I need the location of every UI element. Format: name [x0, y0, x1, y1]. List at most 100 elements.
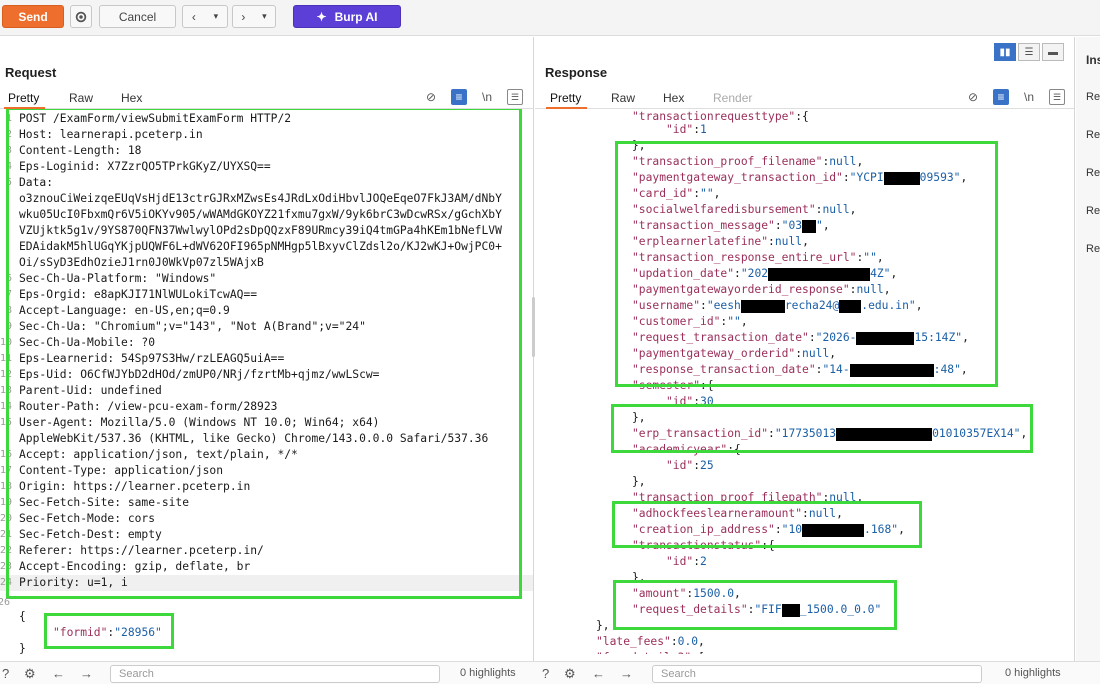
request-line-text: Sec-Fetch-Dest: empty [19, 528, 162, 541]
request-line: 16 Accept: application/json, text/plain, … [0, 447, 533, 463]
request-line: 14 Router-Path: /view-pcu-exam-form/28923 [0, 399, 533, 415]
tab-hex[interactable]: Hex [663, 91, 684, 105]
cancel-button[interactable]: Cancel [99, 5, 176, 28]
json-line: }, [596, 619, 610, 632]
request-editor[interactable]: 1 POST /ExamForm/viewSubmitExamForm HTTP/… [0, 109, 533, 654]
help-icon[interactable]: ? [2, 666, 18, 682]
newline-toggle[interactable]: \n [1021, 89, 1037, 105]
redaction [883, 171, 920, 185]
request-highlight-count: 0 highlights [460, 667, 516, 679]
settings-button[interactable] [70, 5, 92, 28]
arrow-left-icon[interactable]: ← [592, 666, 608, 682]
json-line: }, [632, 571, 646, 584]
redaction [856, 331, 915, 345]
inspector-item[interactable]: Re [1086, 129, 1100, 141]
arrow-right-icon[interactable]: → [80, 666, 96, 682]
tab-render[interactable]: Render [713, 91, 752, 105]
json-line: "id":1 [666, 123, 707, 136]
main-toolbar: Send Cancel ‹ ▾ › ▾ ✦ Burp AI [0, 0, 1100, 36]
inspector-pane: Ins Re Re Re Re Re [1076, 37, 1100, 684]
json-line: "feesdetails3":[ [596, 650, 705, 654]
request-line: AppleWebKit/537.36 (KHTML, like Gecko) C… [0, 431, 533, 447]
layout-stacked-icon[interactable]: ☰ [1018, 43, 1040, 61]
request-line-text: Sec-Ch-Ua-Mobile: ?0 [19, 336, 156, 349]
json-line: "erp_transaction_id":"17735013 01010357EX… [632, 427, 1028, 441]
request-line-text: Eps-Orgid: e8apKJI71NlWULokiTcwAQ== [19, 288, 258, 301]
tab-pretty[interactable]: Pretty [545, 91, 588, 109]
line-number: 23 [0, 561, 13, 572]
layout-tabs-icon[interactable]: ▬ [1042, 43, 1064, 61]
request-line: 5 Data: [0, 175, 533, 191]
tab-raw[interactable]: Raw [69, 91, 93, 105]
request-line: 20 Sec-Fetch-Mode: cors [0, 511, 533, 527]
eye-off-icon[interactable]: ⊘ [423, 89, 439, 105]
tab-pretty[interactable]: Pretty [3, 91, 46, 109]
tab-raw[interactable]: Raw [611, 91, 635, 105]
request-line: VZUjktk5g1v/9YS870QFN37WwlwylOPd2sDpQQzx… [0, 223, 533, 239]
request-line-text: Data: [19, 176, 54, 189]
line-number: 13 [0, 385, 13, 396]
response-tabs: Pretty Raw Hex Render ⊘ ≡ \n ☰ [535, 87, 1074, 109]
line-number: 21 [0, 529, 13, 540]
json-line: "erplearnerlatefine":null, [632, 235, 809, 248]
newline-toggle[interactable]: \n [479, 89, 495, 105]
burp-ai-button[interactable]: ✦ Burp AI [293, 5, 401, 28]
request-line: 1 POST /ExamForm/viewSubmitExamForm HTTP/… [0, 111, 533, 127]
help-icon[interactable]: ? [542, 666, 558, 682]
json-line: "response_transaction_date":"14-:48", [632, 363, 968, 377]
json-line: "paymentgateway_transaction_id":"YCPI 095… [632, 171, 968, 185]
request-line: o3znouCiWeizqeEUqVsHjdE13ctrGJRxMZwsEs4J… [0, 191, 533, 207]
wrap-lines-icon[interactable]: ≡ [451, 89, 467, 105]
response-search-input[interactable]: Search [652, 665, 982, 683]
request-line: Oi/sSyD3EdhOzieJ1rn0J0WkVp07zl5WAjxB [0, 255, 533, 271]
redaction [768, 267, 871, 281]
tab-hex[interactable]: Hex [121, 91, 142, 105]
response-editor[interactable]: "transactionrequesttype":{ "id":1 }, "tr… [535, 109, 1074, 654]
inspector-item[interactable]: Re [1086, 167, 1100, 179]
request-line: 22 Referer: https://learner.pceterp.in/ [0, 543, 533, 559]
request-line: 24 Priority: u=1, i [0, 575, 533, 591]
forward-nav-group[interactable]: › ▾ [232, 5, 276, 28]
json-line: }, [632, 139, 646, 152]
request-line: 13 Parent-Uid: undefined [0, 383, 533, 399]
line-number: 17 [0, 465, 13, 476]
json-line: "id":30 [666, 395, 714, 408]
gear-icon[interactable]: ⚙ [564, 666, 580, 682]
layout-side-by-side-icon[interactable]: ▮▮ [994, 43, 1016, 61]
sparkle-icon: ✦ [316, 9, 327, 24]
json-brace-close: } [19, 642, 26, 654]
inspector-item[interactable]: Re [1086, 243, 1100, 255]
back-nav-group[interactable]: ‹ ▾ [182, 5, 228, 28]
chevron-down-icon[interactable]: ▾ [214, 11, 219, 22]
arrow-right-icon[interactable]: → [620, 666, 636, 682]
menu-icon[interactable]: ☰ [507, 89, 523, 105]
line-number: 14 [0, 401, 13, 412]
request-search-input[interactable]: Search [110, 665, 440, 683]
chevron-down-icon[interactable]: ▾ [262, 11, 267, 22]
request-line-text: Host: learnerapi.pceterp.in [19, 128, 203, 141]
wrap-lines-icon[interactable]: ≡ [993, 89, 1009, 105]
request-line-text: o3znouCiWeizqeEUqVsHjdE13ctrGJRxMZwsEs4J… [19, 192, 502, 205]
request-line-text: Sec-Ch-Ua: "Chromium";v="143", "Not A(Br… [19, 320, 366, 333]
redaction [740, 299, 785, 313]
burp-ai-label: Burp AI [334, 9, 378, 24]
menu-icon[interactable]: ☰ [1049, 89, 1065, 105]
eye-off-icon[interactable]: ⊘ [965, 89, 981, 105]
inspector-item[interactable]: Re [1086, 91, 1100, 103]
json-line: "id":2 [666, 555, 707, 568]
request-line: 9 Sec-Ch-Ua: "Chromium";v="143", "Not A(B… [0, 319, 533, 335]
line-number: 15 [0, 417, 13, 428]
line-number: 12 [0, 369, 13, 380]
json-line: "transactionstatus":{ [632, 539, 775, 552]
chevron-left-icon[interactable]: ‹ [192, 10, 196, 24]
gear-icon[interactable]: ⚙ [24, 666, 40, 682]
json-line: }, [632, 475, 646, 488]
json-line: "transaction_response_entire_url":"", [632, 251, 884, 264]
response-pane: ▮▮ ☰ ▬ Response Pretty Raw Hex Render ⊘ … [535, 37, 1075, 684]
inspector-item[interactable]: Re [1086, 205, 1100, 217]
arrow-left-icon[interactable]: ← [52, 666, 68, 682]
request-line-text: Sec-Fetch-Mode: cors [19, 512, 156, 525]
send-button[interactable]: Send [2, 5, 64, 28]
line-number: 2 [5, 129, 12, 140]
chevron-right-icon[interactable]: › [241, 10, 245, 24]
